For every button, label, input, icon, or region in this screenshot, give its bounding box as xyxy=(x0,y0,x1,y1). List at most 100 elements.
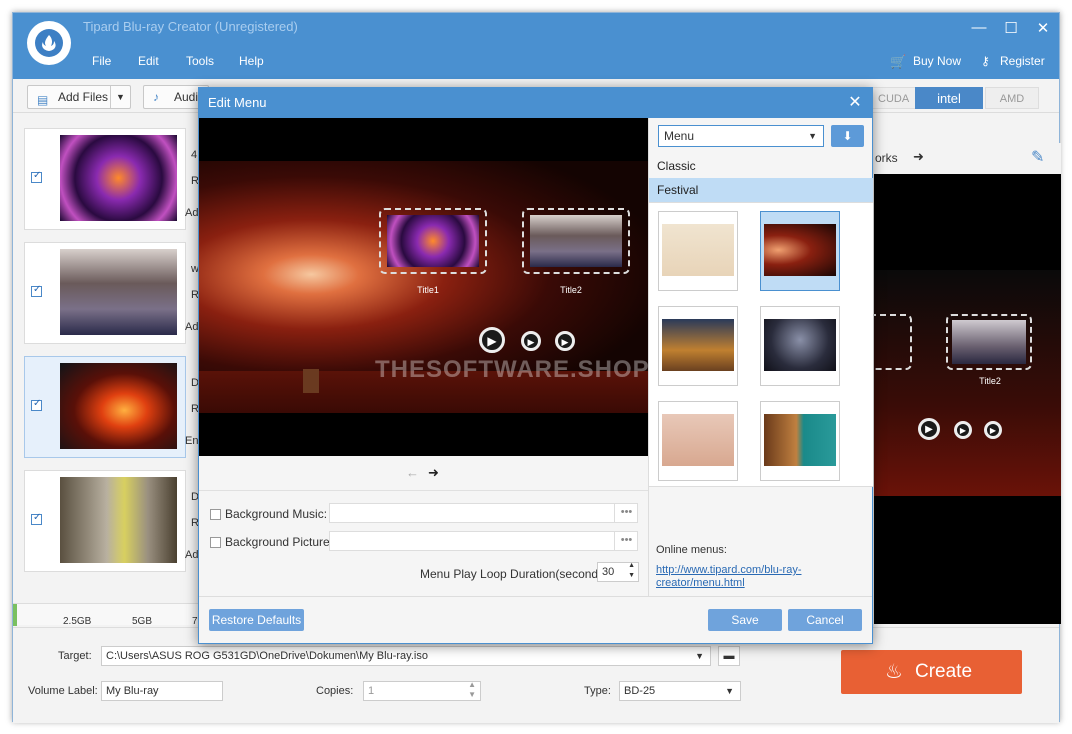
template-thumb[interactable] xyxy=(658,306,738,386)
save-button[interactable]: Save xyxy=(708,609,782,631)
bg-music-input[interactable]: ••• xyxy=(329,503,638,523)
online-menus-link-cont[interactable]: creator/menu.html xyxy=(656,577,745,589)
next-page-icon[interactable]: ▶ xyxy=(555,331,575,351)
title1-thumbnail xyxy=(387,215,479,267)
template-thumb[interactable] xyxy=(760,401,840,481)
copies-value: 1 xyxy=(368,685,375,697)
title2-label: Title2 xyxy=(560,285,582,295)
add-files-label: Add Files xyxy=(58,90,109,104)
page-nav: ← ➜ xyxy=(199,456,648,491)
edit-menu-dialog: Edit Menu ✕ Title1 Title2 ▶ ▶ ▶ THESOFTW… xyxy=(198,87,873,644)
download-icon[interactable]: ⬇ xyxy=(831,125,864,147)
menu-file[interactable]: File xyxy=(92,54,111,68)
title1-frame[interactable] xyxy=(379,208,487,274)
copies-input[interactable]: 1 ▲ ▼ xyxy=(363,680,481,701)
volume-label: Volume Label: xyxy=(28,685,98,697)
register-button[interactable]: Register xyxy=(1000,54,1045,68)
template-thumb-selected[interactable] xyxy=(760,211,840,291)
stepper-icon[interactable]: ▲ ▼ xyxy=(468,680,476,700)
chevron-down-icon[interactable]: ▼ xyxy=(110,86,130,108)
add-files-button[interactable]: ▤ Add Files ▼ xyxy=(27,85,131,109)
window-title: Tipard Blu-ray Creator (Unregistered) xyxy=(83,19,298,34)
add-file-icon: ▤ xyxy=(37,93,49,107)
title2-frame[interactable] xyxy=(522,208,630,274)
menu-help[interactable]: Help xyxy=(239,54,264,68)
play-all-icon[interactable]: ▶ xyxy=(479,327,505,353)
template-image xyxy=(662,414,734,466)
arrow-right-icon[interactable]: ➜ xyxy=(913,149,924,165)
volume-input[interactable]: My Blu-ray xyxy=(101,681,223,701)
arrow-left-icon[interactable]: ← xyxy=(406,465,419,480)
cancel-button[interactable]: Cancel xyxy=(788,609,862,631)
template-thumb[interactable] xyxy=(658,211,738,291)
item-checkbox[interactable] xyxy=(31,398,42,411)
preview-header: orks ➜ ✎ xyxy=(875,143,1061,175)
copies-label: Copies: xyxy=(316,685,354,697)
stepper-icon[interactable]: ▲ ▼ xyxy=(628,561,635,581)
target-label: Target: xyxy=(58,650,92,662)
video-thumbnail xyxy=(60,135,177,221)
create-button[interactable]: ♨ Create xyxy=(841,650,1022,694)
bg-picture-checkbox[interactable] xyxy=(210,537,221,548)
list-item[interactable]: D R Ad xyxy=(24,470,199,572)
folder-icon[interactable]: ▬ xyxy=(718,646,740,666)
minimize-button[interactable]: — xyxy=(969,19,989,36)
type-select[interactable]: BD-25 ▼ xyxy=(619,681,741,701)
maximize-button[interactable]: ☐ xyxy=(1001,19,1021,37)
bg-picture-input[interactable]: ••• xyxy=(329,531,638,551)
bg-music-checkbox[interactable] xyxy=(210,509,221,520)
cuda-accel[interactable]: CUDA xyxy=(871,87,917,109)
video-name: 4 xyxy=(191,149,198,161)
dialog-close-icon[interactable]: ✕ xyxy=(845,88,865,118)
create-label: Create xyxy=(914,661,973,682)
dialog-title: Edit Menu xyxy=(199,88,872,118)
template-thumb[interactable] xyxy=(658,401,738,481)
bg-music-label: Background Music: xyxy=(225,507,328,521)
buy-now-button[interactable]: Buy Now xyxy=(913,54,961,68)
restore-defaults-button[interactable]: Restore Defaults xyxy=(209,609,304,631)
category-classic[interactable]: Classic xyxy=(649,154,873,178)
loop-duration-stepper[interactable]: 30 ▲ ▼ xyxy=(597,562,639,582)
template-image xyxy=(764,414,836,466)
item-checkbox[interactable] xyxy=(31,512,42,525)
online-menus-label: Online menus: xyxy=(656,544,727,556)
menu-canvas: Title1 Title2 ▶ ▶ ▶ THESOFTWARE.SHOP xyxy=(199,118,649,456)
list-item[interactable]: w R Ad xyxy=(24,242,199,344)
template-image xyxy=(764,319,836,371)
list-item[interactable]: 4 R Ad xyxy=(24,128,199,230)
chevron-down-icon[interactable]: ▼ xyxy=(808,126,817,146)
type-label: Type: xyxy=(584,685,611,697)
template-panel: Menu ▼ ⬇ Classic Festival Online menus: … xyxy=(648,118,873,596)
item-checkbox[interactable] xyxy=(31,284,42,297)
chevron-down-icon[interactable]: ▼ xyxy=(725,682,734,700)
preview-title2-frame xyxy=(946,314,1032,370)
menu-edit[interactable]: Edit xyxy=(138,54,159,68)
preview-background: Title2 ▶ ▶ ▶ xyxy=(864,270,1061,496)
template-thumb[interactable] xyxy=(760,306,840,386)
chevron-down-icon[interactable]: ▼ xyxy=(695,647,704,665)
video-audio: En xyxy=(185,435,199,447)
intel-accel[interactable]: intel xyxy=(915,87,983,109)
template-image xyxy=(662,319,734,371)
audio-icon: ♪ xyxy=(153,90,159,104)
firework-tube xyxy=(303,369,319,393)
video-thumbnail xyxy=(60,477,177,563)
menu-tools[interactable]: Tools xyxy=(186,54,214,68)
category-festival[interactable]: Festival xyxy=(649,178,873,202)
amd-accel[interactable]: AMD xyxy=(985,87,1039,109)
title-bar: Tipard Blu-ray Creator (Unregistered) Fi… xyxy=(13,13,1059,79)
chapter-icon[interactable]: ▶ xyxy=(521,331,541,351)
arrow-right-icon[interactable]: ➜ xyxy=(428,465,439,481)
item-checkbox[interactable] xyxy=(31,170,42,183)
list-item[interactable]: D R En xyxy=(24,356,199,458)
target-field[interactable]: C:\Users\ASUS ROG G531GD\OneDrive\Dokume… xyxy=(101,646,711,666)
cart-icon: 🛒 xyxy=(890,54,907,69)
edit-menu-icon[interactable]: ✎ xyxy=(1031,147,1044,167)
online-menus-link[interactable]: http://www.tipard.com/blu-ray- xyxy=(656,564,802,576)
menu-type-select[interactable]: Menu ▼ xyxy=(658,125,824,147)
browse-picture-button[interactable]: ••• xyxy=(614,531,638,551)
key-icon: ⚷ xyxy=(981,54,990,68)
browse-music-button[interactable]: ••• xyxy=(614,503,638,523)
close-button[interactable]: ✕ xyxy=(1033,19,1053,37)
divider xyxy=(199,596,872,597)
